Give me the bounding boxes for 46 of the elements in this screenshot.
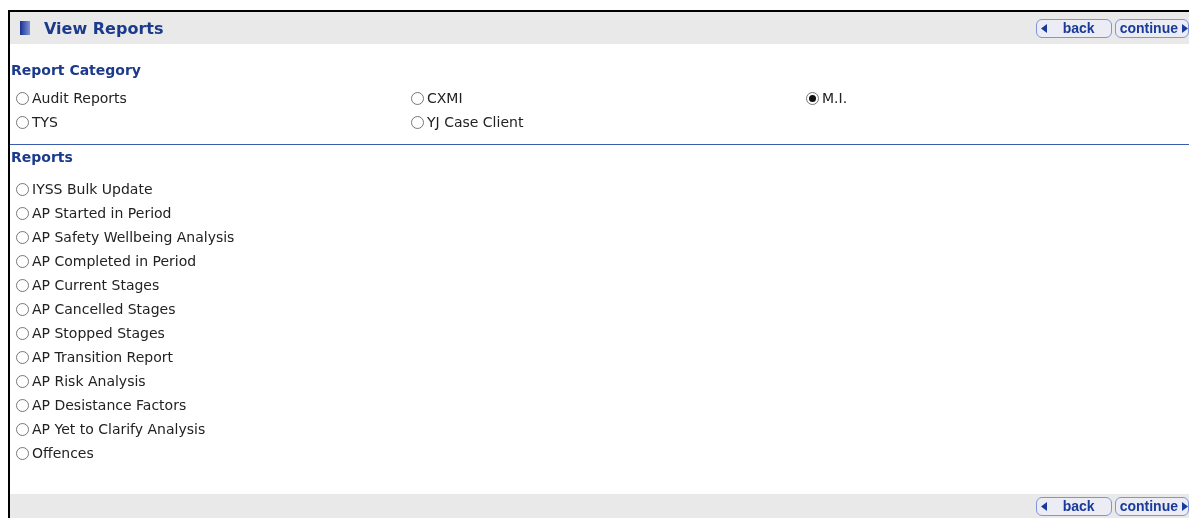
category-radio-option[interactable]: YJ Case Client [411, 110, 806, 134]
report-radio-option[interactable]: AP Completed in Period [16, 249, 197, 273]
back-button[interactable]: back [1035, 18, 1112, 38]
report-radio-option[interactable]: AP Desistance Factors [16, 393, 187, 417]
left-triangle-icon [1040, 23, 1047, 33]
section-heading: Report Category [11, 62, 142, 78]
report-radio-option[interactable]: AP Yet to Clarify Analysis [16, 417, 206, 441]
category-radio-option[interactable]: CXMI [411, 86, 806, 110]
report-radio-option[interactable]: AP Transition Report [16, 345, 174, 369]
report-radio-option[interactable]: AP Cancelled Stages [16, 297, 176, 321]
report-radio-option[interactable]: IYSS Bulk Update [16, 177, 153, 201]
report-radio-option[interactable]: AP Current Stages [16, 273, 160, 297]
category-radio-option[interactable]: M.I. [806, 86, 1189, 110]
report-radio-option[interactable]: AP Stopped Stages [16, 321, 165, 345]
radio-button[interactable] [16, 422, 29, 436]
radio-button[interactable] [16, 446, 29, 460]
radio-button[interactable] [16, 115, 29, 129]
radio-button[interactable] [16, 350, 29, 364]
radio-button[interactable] [16, 254, 29, 268]
continue-button[interactable]: continue [1114, 18, 1189, 38]
radio-button[interactable] [411, 115, 424, 129]
left-triangle-icon [1040, 501, 1047, 511]
page-title: View Reports [44, 18, 164, 38]
report-radio-option[interactable]: Offences [16, 441, 94, 465]
radio-button[interactable] [16, 302, 29, 316]
section-heading: Reports [11, 149, 74, 165]
report-radio-option[interactable]: AP Safety Wellbeing Analysis [16, 225, 235, 249]
category-radio-option[interactable]: Audit Reports [16, 86, 411, 110]
category-radio-option[interactable]: TYS [16, 110, 411, 134]
radio-button[interactable] [16, 326, 29, 340]
radio-button[interactable] [411, 91, 424, 105]
right-triangle-icon [1182, 23, 1188, 33]
radio-button[interactable] [806, 91, 819, 105]
radio-button[interactable] [16, 398, 29, 412]
back-button[interactable]: back [1035, 496, 1112, 516]
continue-button[interactable]: continue [1114, 496, 1189, 516]
right-triangle-icon [1182, 501, 1188, 511]
radio-button[interactable] [16, 206, 29, 220]
square-icon [20, 21, 30, 35]
radio-button[interactable] [16, 230, 29, 244]
report-radio-option[interactable]: AP Started in Period [16, 201, 172, 225]
radio-button[interactable] [16, 374, 29, 388]
radio-button[interactable] [16, 278, 29, 292]
radio-button[interactable] [16, 91, 29, 105]
report-radio-option[interactable]: AP Risk Analysis [16, 369, 146, 393]
radio-button[interactable] [16, 182, 29, 196]
